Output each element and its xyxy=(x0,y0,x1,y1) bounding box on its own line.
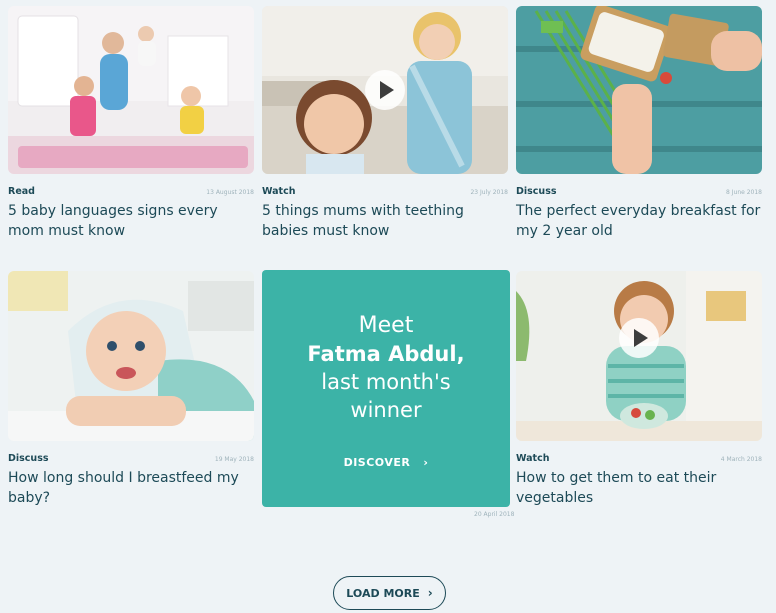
article-image[interactable] xyxy=(516,6,762,174)
promo-winner-name: Fatma Abdul, xyxy=(307,342,465,366)
promo-line: winner xyxy=(350,398,422,422)
article-card[interactable]: Watch 4 March 2018 How to get them to ea… xyxy=(516,271,762,508)
load-more-label: LOAD MORE xyxy=(346,586,420,600)
discover-label: DISCOVER xyxy=(343,456,411,469)
article-image[interactable] xyxy=(516,271,762,441)
play-icon[interactable] xyxy=(365,70,405,110)
play-icon[interactable] xyxy=(619,318,659,358)
article-date: 23 July 2018 xyxy=(470,189,508,196)
family-playroom-image xyxy=(8,6,254,174)
article-title[interactable]: The perfect everyday breakfast for my 2 … xyxy=(516,201,762,241)
article-category: Discuss xyxy=(516,186,557,197)
article-date: 13 August 2018 xyxy=(206,189,254,196)
article-card[interactable]: Watch 23 July 2018 5 things mums with te… xyxy=(262,6,508,241)
article-date: 4 March 2018 xyxy=(720,456,762,463)
article-title[interactable]: 5 things mums with teething babies must … xyxy=(262,201,508,241)
chevron-right-icon: › xyxy=(427,586,433,600)
article-image[interactable] xyxy=(262,6,508,174)
winner-promo-card[interactable]: Meet Fatma Abdul, last month's winner DI… xyxy=(262,270,510,507)
article-title[interactable]: 5 baby languages signs every mom must kn… xyxy=(8,201,254,241)
article-card[interactable]: Discuss 8 June 2018 The perfect everyday… xyxy=(516,6,762,241)
article-category: Watch xyxy=(262,186,296,197)
chevron-right-icon: › xyxy=(414,456,429,469)
discover-link[interactable]: DISCOVER › xyxy=(262,456,510,469)
article-card[interactable]: Read 13 August 2018 5 baby languages sig… xyxy=(8,6,254,241)
promo-intro: Meet xyxy=(358,313,414,338)
promo-date: 20 April 2018 xyxy=(474,511,515,518)
article-card[interactable]: Discuss 19 May 2018 How long should I br… xyxy=(8,271,254,508)
article-date: 19 May 2018 xyxy=(214,456,254,463)
article-category: Read xyxy=(8,186,35,197)
article-date: 8 June 2018 xyxy=(726,189,762,196)
article-image[interactable] xyxy=(8,6,254,174)
article-category: Watch xyxy=(516,453,550,464)
article-title[interactable]: How to get them to eat their vegetables xyxy=(516,468,762,508)
article-category: Discuss xyxy=(8,453,49,464)
article-image[interactable] xyxy=(8,271,254,441)
breakfast-image xyxy=(516,6,762,174)
load-more-button[interactable]: LOAD MORE › xyxy=(333,576,446,610)
article-title[interactable]: How long should I breastfeed my baby? xyxy=(8,468,254,508)
promo-line: last month's xyxy=(321,370,451,394)
baby-towel-image xyxy=(8,271,254,441)
